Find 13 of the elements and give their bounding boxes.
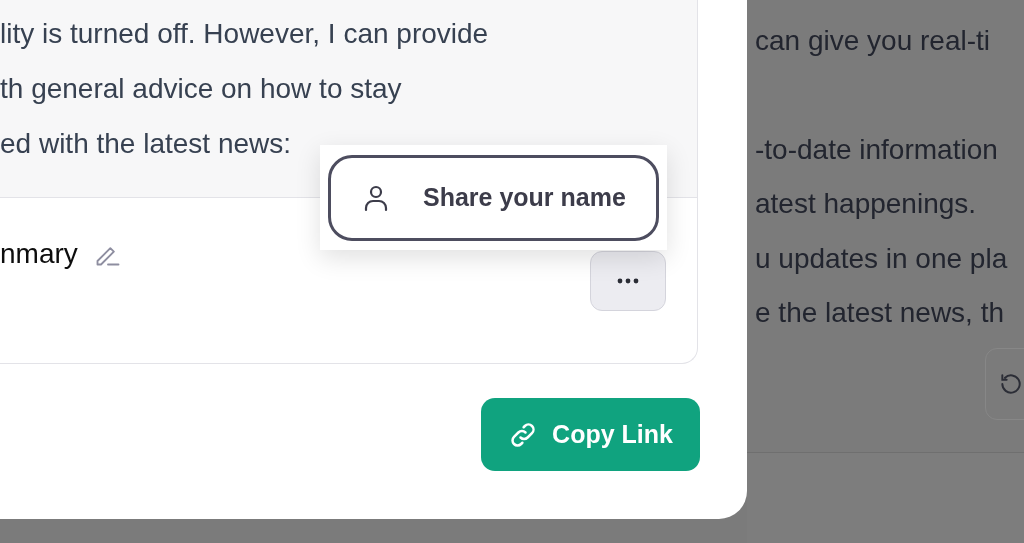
message-text: lity is turned off. However, I can provide	[0, 17, 490, 51]
message-text: th general advice on how to stay	[0, 72, 403, 106]
message-text: can give you real-ti	[755, 24, 991, 58]
chat-title: nmary	[0, 238, 78, 270]
share-name-menu-item[interactable]: Share your name	[328, 154, 659, 241]
message-text: ed with the latest news:	[0, 127, 293, 161]
message-text: e the latest news, th	[755, 296, 1006, 330]
refresh-icon	[998, 371, 1024, 397]
message-text: u updates in one pla	[755, 241, 1009, 276]
more-icon	[617, 278, 639, 284]
message-text: atest happenings.	[755, 187, 978, 221]
message-text: -to-date information	[755, 132, 999, 167]
person-icon	[363, 183, 389, 212]
